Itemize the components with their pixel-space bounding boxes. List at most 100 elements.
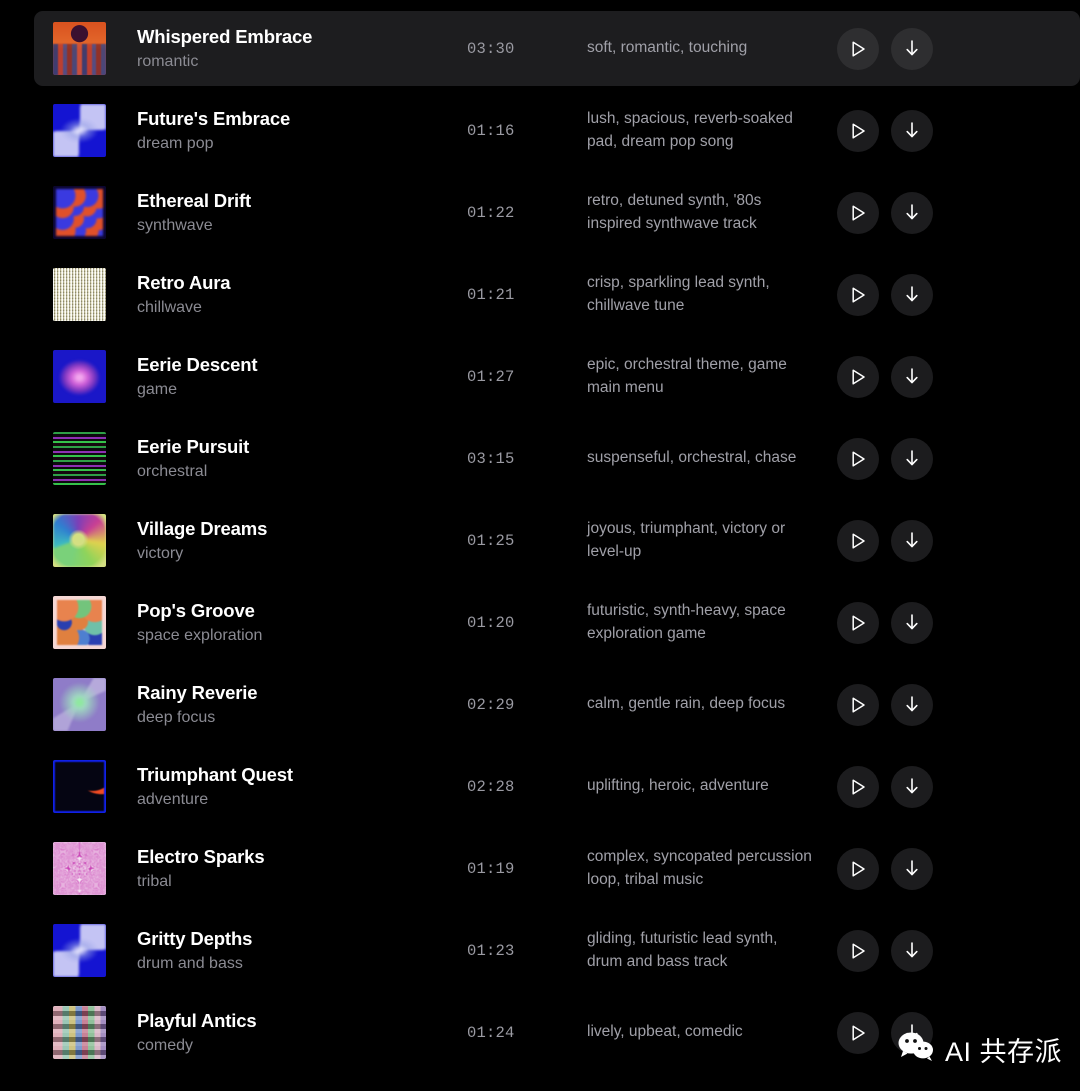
track-actions (837, 1011, 933, 1054)
track-description: uplifting, heroic, adventure (587, 777, 769, 795)
download-button[interactable] (891, 109, 933, 152)
track-row[interactable]: Eerie Pursuit orchestral 03:15 suspenseful,… (0, 421, 1080, 496)
download-button[interactable] (891, 929, 933, 972)
track-meta: Electro Sparks tribal (137, 845, 467, 891)
track-artwork (53, 842, 106, 895)
track-actions (837, 929, 933, 972)
play-triangle-outline-icon (850, 532, 867, 550)
track-title: Whispered Embrace (137, 26, 313, 48)
download-button[interactable] (891, 1011, 933, 1054)
track-artwork (53, 186, 106, 239)
download-button[interactable] (891, 191, 933, 234)
track-artwork (53, 924, 106, 977)
track-genre: deep focus (137, 708, 216, 726)
track-genre: drum and bass (137, 954, 243, 972)
track-meta: Eerie Pursuit orchestral (137, 435, 467, 481)
track-description: lively, upbeat, comedic (587, 1023, 743, 1041)
track-description: lush, spacious, reverb-soaked pad, dream… (587, 110, 793, 150)
track-genre: romantic (137, 52, 199, 70)
play-button[interactable] (837, 847, 879, 890)
track-meta: Ethereal Drift synthwave (137, 189, 467, 235)
play-button[interactable] (837, 929, 879, 972)
track-genre: tribal (137, 872, 172, 890)
track-row[interactable]: Whispered Embrace romantic 03:30 soft, roma… (34, 11, 1080, 86)
track-meta: Eerie Descent game (137, 353, 467, 399)
track-duration: 02:28 (467, 777, 515, 796)
track-row[interactable]: Rainy Reverie deep focus 02:29 calm, gentle… (0, 667, 1080, 742)
track-actions (837, 847, 933, 890)
track-duration: 01:16 (467, 121, 515, 140)
download-button[interactable] (891, 437, 933, 480)
track-row[interactable]: Village Dreams victory 01:25 joyous, triump… (0, 503, 1080, 578)
track-title: Gritty Depths (137, 928, 253, 950)
download-button[interactable] (891, 847, 933, 890)
track-actions (837, 765, 933, 808)
play-button[interactable] (837, 355, 879, 398)
play-triangle-outline-icon (850, 696, 867, 714)
track-actions (837, 519, 933, 562)
play-triangle-outline-icon (850, 40, 867, 58)
track-row[interactable]: Electro Sparks tribal 01:19 complex, syncop… (0, 831, 1080, 906)
track-artwork (53, 268, 106, 321)
track-actions (837, 683, 933, 726)
play-button[interactable] (837, 1011, 879, 1054)
download-button[interactable] (891, 273, 933, 316)
play-button[interactable] (837, 273, 879, 316)
track-title: Retro Aura (137, 272, 231, 294)
track-description: calm, gentle rain, deep focus (587, 695, 786, 713)
track-genre: synthwave (137, 216, 213, 234)
track-artwork (53, 432, 106, 485)
play-button[interactable] (837, 437, 879, 480)
track-meta: Village Dreams victory (137, 517, 467, 563)
track-row[interactable]: Gritty Depths drum and bass 01:23 gliding, … (0, 913, 1080, 988)
track-genre: orchestral (137, 462, 208, 480)
track-list: Whispered Embrace romantic 03:30 soft, roma… (0, 0, 1080, 1091)
download-button[interactable] (891, 683, 933, 726)
track-genre: chillwave (137, 298, 202, 316)
play-button[interactable] (837, 109, 879, 152)
track-artwork (53, 1006, 106, 1059)
arrow-down-icon (904, 449, 920, 468)
download-button[interactable] (891, 601, 933, 644)
track-title: Triumphant Quest (137, 764, 293, 786)
track-row[interactable]: Triumphant Quest adventure 02:28 uplifting,… (0, 749, 1080, 824)
track-row[interactable]: Ethereal Drift synthwave 01:22 retro, detun… (0, 175, 1080, 250)
play-triangle-outline-icon (850, 942, 867, 960)
download-button[interactable] (891, 27, 933, 70)
track-description: retro, detuned synth, '80s inspired synt… (587, 192, 762, 232)
play-triangle-outline-icon (850, 1024, 867, 1042)
track-actions (837, 27, 933, 70)
track-row[interactable]: Retro Aura chillwave 01:21 crisp, sparkling… (0, 257, 1080, 332)
arrow-down-icon (904, 203, 920, 222)
track-meta: Pop's Groove space exploration (137, 599, 467, 645)
play-button[interactable] (837, 683, 879, 726)
download-button[interactable] (891, 519, 933, 562)
track-duration: 01:24 (467, 1023, 515, 1042)
play-button[interactable] (837, 191, 879, 234)
download-button[interactable] (891, 355, 933, 398)
play-button[interactable] (837, 27, 879, 70)
track-title: Pop's Groove (137, 600, 255, 622)
track-artwork (53, 760, 106, 813)
play-button[interactable] (837, 601, 879, 644)
track-row[interactable]: Playful Antics comedy 01:24 lively, upbeat,… (0, 995, 1080, 1070)
arrow-down-icon (904, 285, 920, 304)
track-duration: 02:29 (467, 695, 515, 714)
arrow-down-icon (904, 859, 920, 878)
play-triangle-outline-icon (850, 204, 867, 222)
track-actions (837, 601, 933, 644)
play-button[interactable] (837, 519, 879, 562)
track-actions (837, 109, 933, 152)
track-description: complex, syncopated percussion loop, tri… (587, 848, 812, 888)
track-description: gliding, futuristic lead synth, drum and… (587, 930, 778, 970)
track-meta: Future's Embrace dream pop (137, 107, 467, 153)
track-row[interactable]: Future's Embrace dream pop 01:16 lush, spac… (0, 93, 1080, 168)
track-row[interactable]: Eerie Descent game 01:27 epic, orchestral t… (0, 339, 1080, 414)
play-triangle-outline-icon (850, 860, 867, 878)
download-button[interactable] (891, 765, 933, 808)
track-meta: Playful Antics comedy (137, 1009, 467, 1055)
play-button[interactable] (837, 765, 879, 808)
track-title: Playful Antics (137, 1010, 257, 1032)
track-description: soft, romantic, touching (587, 39, 748, 57)
track-row[interactable]: Pop's Groove space exploration 01:20 futuri… (0, 585, 1080, 660)
